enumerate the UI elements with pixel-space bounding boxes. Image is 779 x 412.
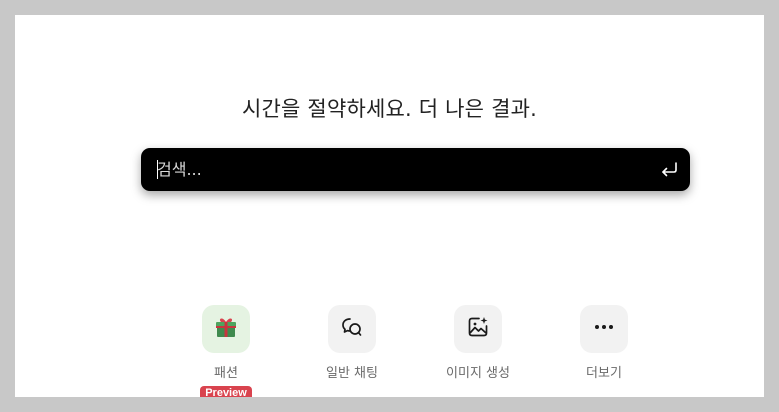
shortcut-more[interactable]: 더보기 — [549, 305, 659, 381]
chat-bubbles-icon — [340, 315, 364, 343]
search-input[interactable] — [155, 148, 639, 191]
shortcut-more-label: 더보기 — [586, 366, 622, 381]
page-headline: 시간을 절약하세요. 더 나은 결과. — [241, 97, 537, 121]
shortcut-fashion-tile[interactable] — [202, 305, 250, 353]
image-sparkle-icon — [466, 315, 490, 343]
shortcut-image-generation-tile[interactable] — [454, 305, 502, 353]
text-caret — [157, 160, 158, 179]
shortcut-row: 패션 Preview 일반 채팅 이미지 생성 더보기 — [15, 305, 764, 397]
gift-icon — [213, 314, 239, 344]
shortcut-fashion-label: 패션 — [214, 366, 238, 381]
shortcut-image-generation-label: 이미지 생성 — [446, 366, 510, 381]
shortcut-general-chat[interactable]: 일반 채팅 — [297, 305, 407, 381]
shortcut-more-tile[interactable] — [580, 305, 628, 353]
shortcut-fashion[interactable]: 패션 Preview — [171, 305, 281, 397]
shortcut-image-generation[interactable]: 이미지 생성 — [423, 305, 533, 381]
preview-badge: Preview — [200, 386, 252, 397]
page-frame: 시간을 절약하세요. 더 나은 결과. 검색... 패션 Preview 일반 … — [15, 15, 764, 397]
more-dots-icon — [592, 315, 616, 343]
search-bar[interactable] — [141, 148, 690, 191]
shortcut-general-chat-label: 일반 채팅 — [326, 366, 378, 381]
shortcut-general-chat-tile[interactable] — [328, 305, 376, 353]
enter-icon[interactable] — [658, 159, 680, 181]
